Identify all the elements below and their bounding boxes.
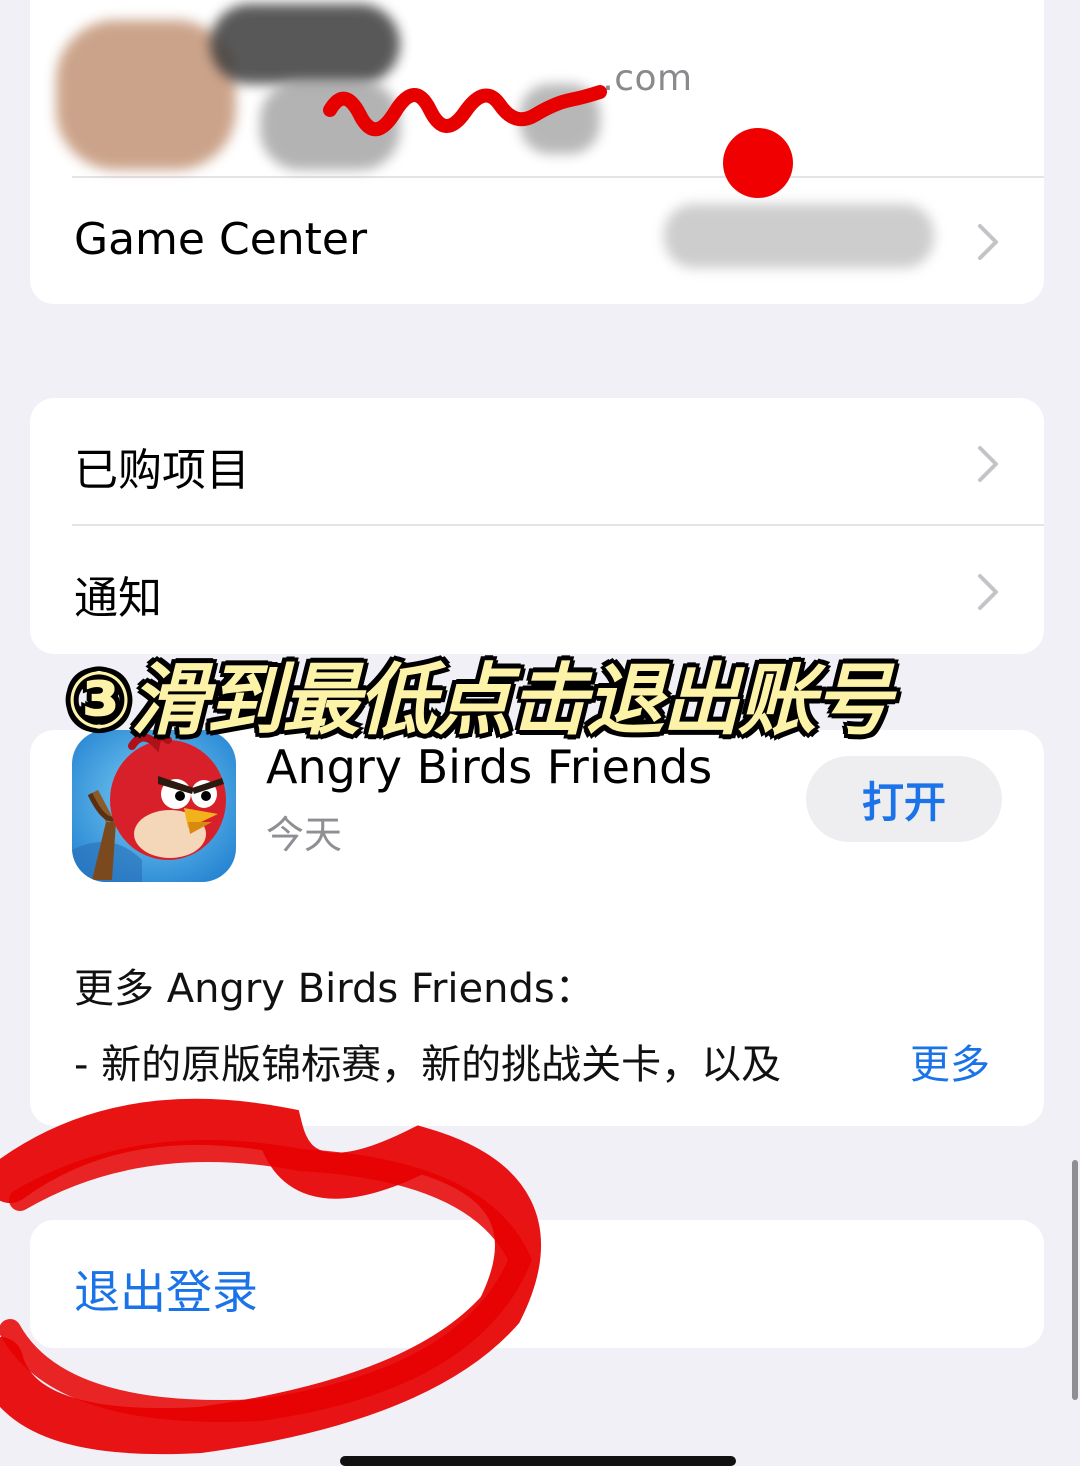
menu-item-notifications[interactable]: 通知 xyxy=(30,526,1044,654)
update-description-line: - 新的原版锦标赛，新的挑战关卡，以及 xyxy=(74,1042,782,1088)
menu-item-label: 已购项目 xyxy=(74,445,250,496)
sign-out-button[interactable]: 退出登录 xyxy=(74,1256,258,1322)
account-email: 2222222222222.com xyxy=(602,58,693,99)
menu-card: 已购项目 通知 xyxy=(30,398,1044,654)
open-app-button[interactable]: 打开 xyxy=(806,756,1002,842)
app-update-date: 今天 xyxy=(266,813,343,857)
menu-item-label: 通知 xyxy=(74,573,162,624)
sign-out-card: 退出登录 xyxy=(30,1220,1044,1348)
chevron-right-icon xyxy=(978,574,998,610)
more-link[interactable]: 更多 xyxy=(910,1032,990,1090)
game-center-row[interactable]: Game Center xyxy=(30,178,1044,304)
chevron-right-icon xyxy=(978,224,998,260)
account-card: 2222222222222.com Game Center xyxy=(30,0,1044,304)
chevron-right-icon xyxy=(978,446,998,482)
scroll-indicator[interactable] xyxy=(1072,1160,1078,1400)
game-center-label: Game Center xyxy=(74,214,368,265)
description-fade xyxy=(820,1026,900,1086)
update-description-heading: 更多 Angry Birds Friends： xyxy=(74,966,595,1012)
home-indicator xyxy=(340,1456,736,1466)
angry-birds-app-icon[interactable] xyxy=(72,730,236,882)
tutorial-caption: ③滑到最低点击退出账号 xyxy=(66,656,892,746)
app-update-card: Angry Birds Friends 今天 打开 更多 Angry Birds… xyxy=(30,730,1044,1126)
menu-item-purchased[interactable]: 已购项目 xyxy=(30,398,1044,524)
